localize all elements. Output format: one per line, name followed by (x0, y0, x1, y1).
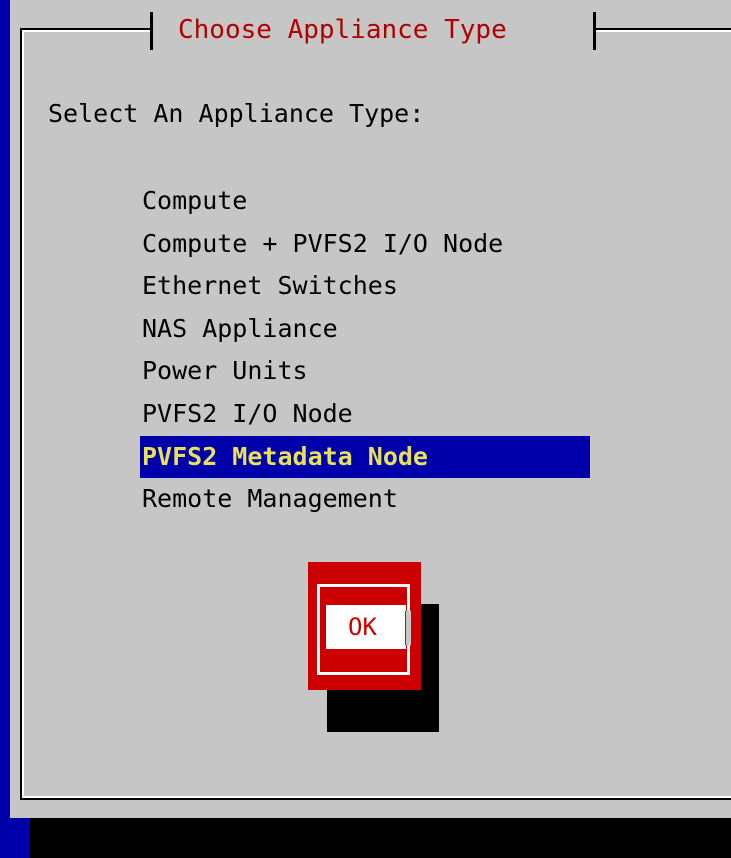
dialog-shadow (30, 818, 731, 858)
ok-button[interactable]: OK (326, 605, 406, 649)
text-cursor (405, 611, 411, 645)
title-right-bracket (593, 12, 596, 50)
prompt-label: Select An Appliance Type: (48, 99, 425, 128)
list-item[interactable]: Ethernet Switches (140, 265, 590, 308)
list-item[interactable]: Power Units (140, 350, 590, 393)
list-item-selected[interactable]: PVFS2 Metadata Node (140, 435, 590, 479)
dialog-title: Choose Appliance Type (178, 15, 507, 45)
title-left-bracket (150, 12, 153, 50)
list-item[interactable]: Remote Management (140, 478, 590, 521)
list-item[interactable]: NAS Appliance (140, 308, 590, 351)
appliance-type-list[interactable]: Compute Compute + PVFS2 I/O Node Etherne… (140, 180, 590, 521)
list-item[interactable]: PVFS2 I/O Node (140, 393, 590, 436)
list-item[interactable]: Compute + PVFS2 I/O Node (140, 223, 590, 266)
list-item[interactable]: Compute (140, 180, 590, 223)
